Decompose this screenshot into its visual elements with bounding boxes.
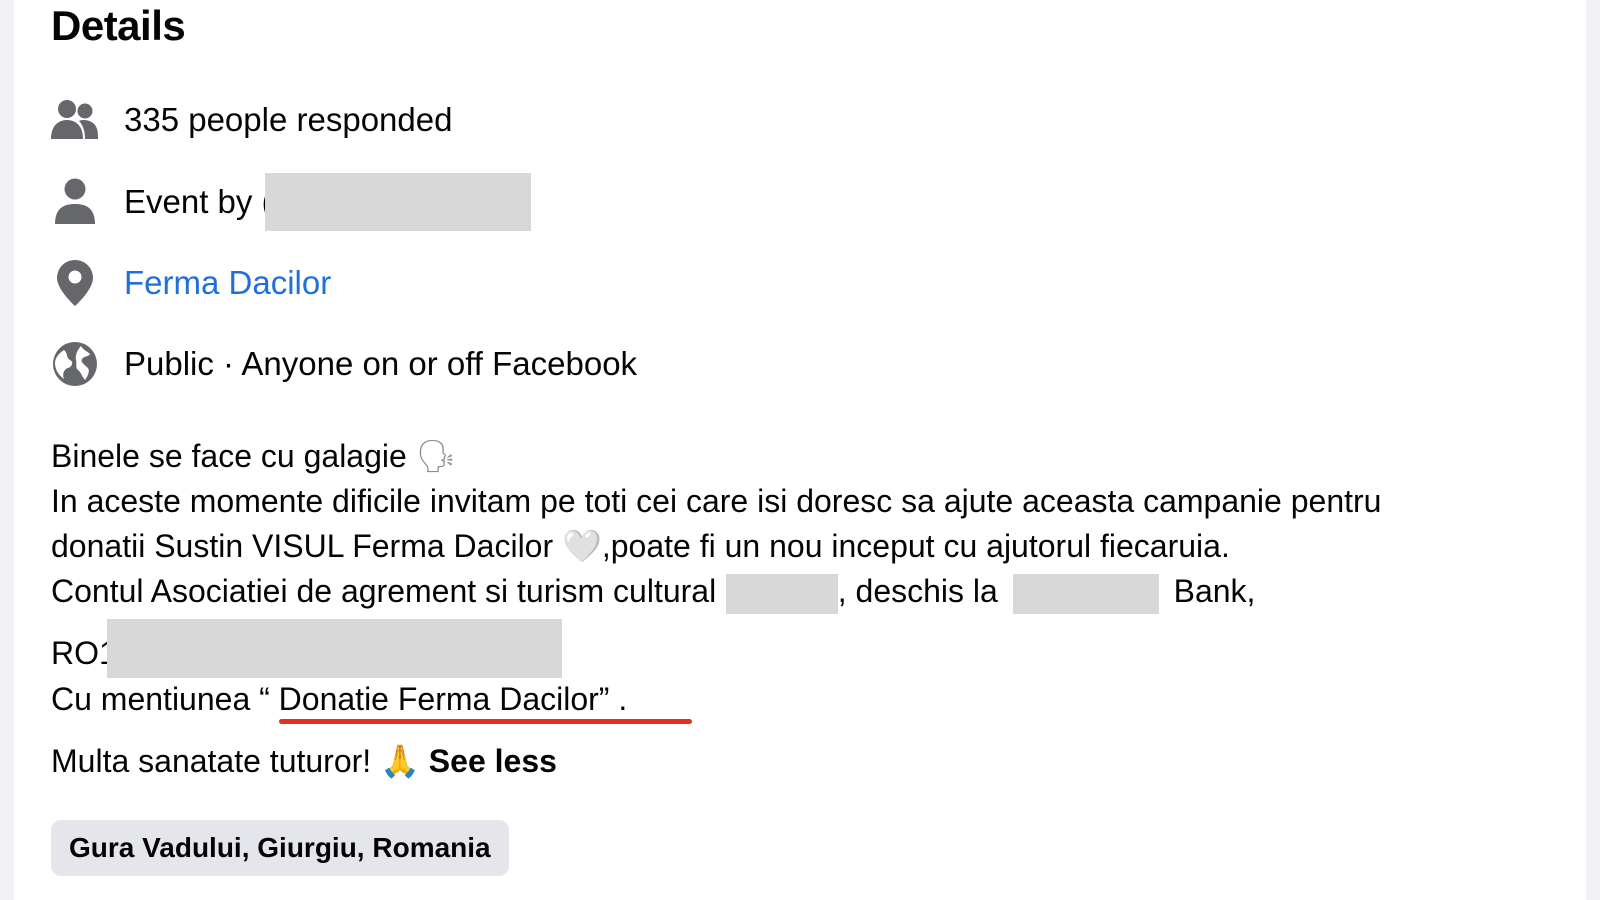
redacted-association-name	[725, 573, 838, 614]
redacted-organizer	[264, 173, 531, 231]
description-text: Contul Asociatiei de agrement si turism …	[51, 573, 736, 609]
description-line-6: Cu mentiunea “ Donatie Ferma Dacilor” .	[51, 676, 627, 722]
event-by-row[interactable]: Event by (	[51, 172, 531, 232]
description-text: Multa sanatate tuturor!	[51, 743, 372, 779]
section-title: Details	[51, 2, 186, 49]
description-text: donatii Sustin VISUL Ferma Dacilor	[51, 528, 554, 564]
white-heart-emoji: 🤍	[562, 527, 602, 565]
location-row[interactable]: Ferma Dacilor	[51, 253, 331, 313]
description-line-2: In aceste momente dificile invitam pe to…	[51, 483, 1382, 519]
description-text: Cu mentiunea	[51, 681, 251, 717]
donation-reference: “ Donatie Ferma Dacilor” .	[259, 681, 628, 717]
people-icon	[51, 96, 99, 144]
privacy-row: Public · Anyone on or off Facebook	[51, 334, 637, 394]
event-by-label: Event by (	[124, 183, 273, 220]
description-text: Binele se face cu galagie	[51, 438, 407, 474]
description-line-3: donatii Sustin VISUL Ferma Dacilor 🤍,poa…	[51, 523, 1230, 569]
location-chip[interactable]: Gura Vadului, Giurgiu, Romania	[51, 820, 509, 876]
responded-row[interactable]: 335 people responded	[51, 90, 452, 150]
privacy-label: Public · Anyone on or off Facebook	[124, 345, 638, 382]
redacted-iban	[107, 619, 562, 678]
description-text: ,poate fi un nou inceput cu ajutorul fie…	[601, 528, 1230, 564]
event-details-card: Details 335 people responded Event by (	[14, 0, 1586, 900]
description-line-7: Multa sanatate tuturor! 🙏 See less	[51, 738, 557, 784]
location-link[interactable]: Ferma Dacilor	[124, 264, 331, 302]
description-text: , deschis la	[837, 573, 998, 609]
speaking-head-emoji: 🗣	[415, 437, 457, 475]
responded-count: 335 people responded	[124, 101, 453, 138]
description-line-4: Contul Asociatiei de agrement si turism …	[51, 568, 1255, 614]
description-text: Bank,	[1173, 573, 1256, 609]
location-pin-icon	[51, 259, 99, 307]
person-icon	[51, 178, 99, 226]
see-less-button[interactable]: See less	[429, 743, 557, 779]
red-underline-annotation	[279, 719, 692, 724]
description-line-1: Binele se face cu galagie 🗣	[51, 433, 456, 479]
globe-icon	[51, 340, 99, 388]
redacted-bank-name	[1012, 573, 1159, 614]
praying-hands-emoji: 🙏	[380, 742, 420, 780]
